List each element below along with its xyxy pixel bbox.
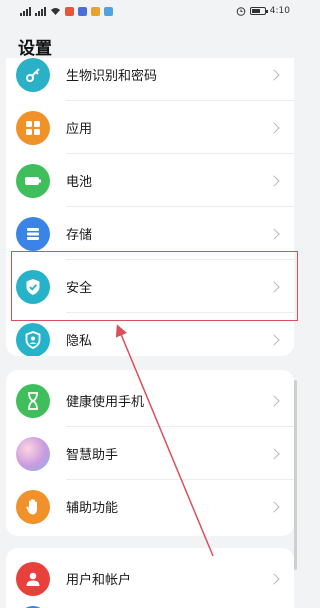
user-icon <box>16 561 50 596</box>
chevron-right-icon <box>268 394 280 407</box>
chevron-right-icon <box>268 227 280 240</box>
settings-item-label: 用户和帐户 <box>66 573 132 588</box>
sim1-signal-icon <box>20 6 31 16</box>
settings-item-digital-balance[interactable]: 健康使用手机 <box>6 374 294 427</box>
settings-group-accounts: 用户和帐户 <box>6 548 294 608</box>
assistant-icon <box>16 436 50 471</box>
sim2-signal-icon <box>35 6 46 16</box>
settings-item-accessibility[interactable]: 辅助功能 <box>6 480 294 533</box>
settings-group-system: 生物识别和密码 应用 电池 存储 安全 隐私 <box>6 58 294 356</box>
settings-item-label: 安全 <box>66 281 93 296</box>
chevron-right-icon <box>268 68 280 81</box>
settings-item-label: 健康使用手机 <box>66 395 145 410</box>
page-title: 设置 <box>18 39 52 59</box>
status-bar: 4:10 <box>0 0 300 22</box>
app-notification-icon <box>65 6 74 16</box>
settings-group-wellbeing: 健康使用手机 智慧助手 辅助功能 <box>6 370 294 536</box>
chevron-right-icon <box>268 280 280 293</box>
hourglass-icon <box>16 383 50 418</box>
settings-item-label: 存储 <box>66 228 93 243</box>
apps-grid-icon <box>16 110 50 145</box>
settings-item-label: 应用 <box>66 122 93 137</box>
chevron-right-icon <box>268 121 280 134</box>
settings-item-users[interactable]: 用户和帐户 <box>6 552 294 605</box>
settings-item-label: 电池 <box>66 175 93 190</box>
settings-item-storage[interactable]: 存储 <box>6 207 294 260</box>
chevron-right-icon <box>268 572 280 585</box>
settings-item-apps[interactable]: 应用 <box>6 101 294 154</box>
settings-item-label: 智慧助手 <box>66 448 119 463</box>
privacy-icon <box>16 322 50 356</box>
scrollbar[interactable] <box>294 380 297 570</box>
settings-item-battery[interactable]: 电池 <box>6 154 294 207</box>
storage-icon <box>16 216 50 251</box>
clock-time: 4:10 <box>269 6 290 16</box>
battery-icon <box>249 7 268 15</box>
settings-item-security[interactable]: 安全 <box>6 260 294 313</box>
settings-item-assistant[interactable]: 智慧助手 <box>6 427 294 480</box>
hand-icon <box>16 489 50 524</box>
chevron-right-icon <box>268 500 280 513</box>
alarm-icon <box>236 7 246 16</box>
chevron-right-icon <box>268 447 280 460</box>
settings-item-biometrics[interactable]: 生物识别和密码 <box>6 58 294 101</box>
app-notification-icon <box>91 6 100 16</box>
chevron-right-icon <box>268 333 280 346</box>
shield-check-icon <box>16 269 50 304</box>
settings-item-label: 生物识别和密码 <box>66 69 158 84</box>
chevron-right-icon <box>268 174 280 187</box>
app-notification-icon <box>78 6 87 16</box>
wifi-icon <box>51 7 60 15</box>
settings-item-label: 辅助功能 <box>66 501 119 516</box>
key-icon <box>16 58 50 92</box>
settings-item-privacy[interactable]: 隐私 <box>6 313 294 356</box>
battery-icon <box>16 163 50 198</box>
app-notification-icon <box>104 6 113 16</box>
settings-item-label: 隐私 <box>66 334 93 349</box>
